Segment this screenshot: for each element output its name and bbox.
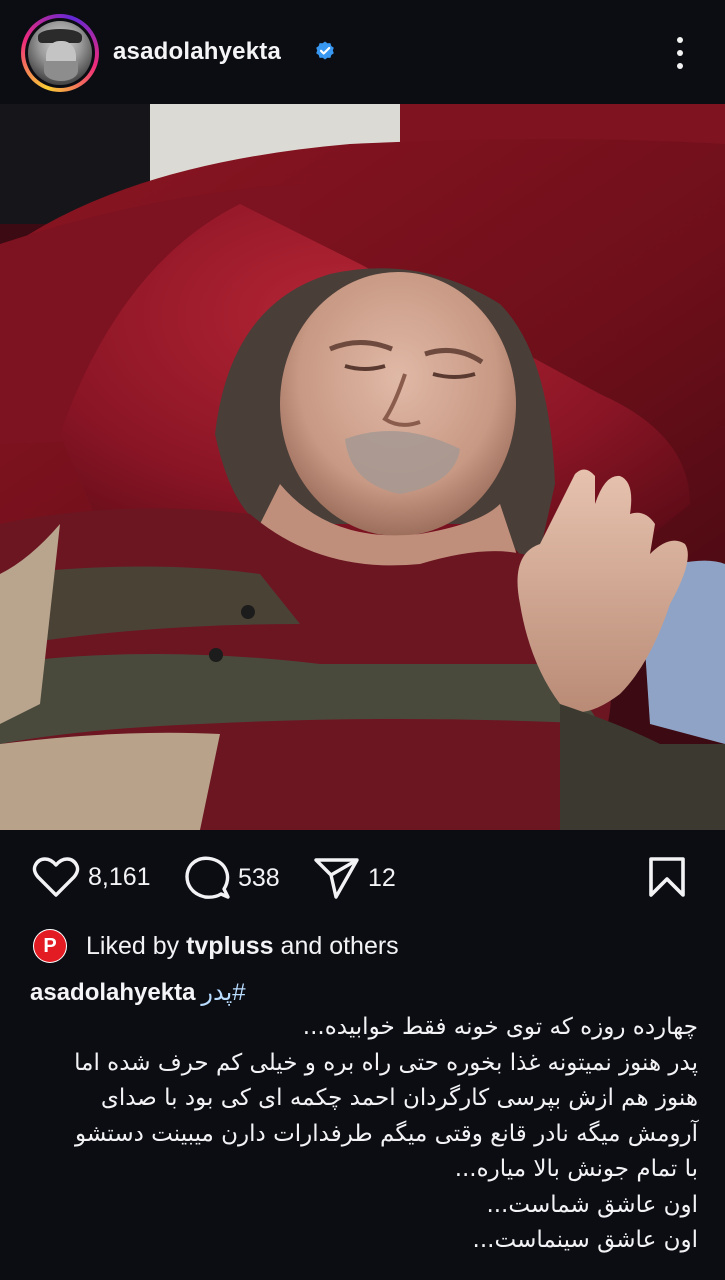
bookmark-icon — [649, 857, 685, 897]
comment-button[interactable]: 538 — [184, 856, 280, 900]
liked-by-row[interactable]: P Liked by tvpluss and others — [31, 926, 399, 966]
caption-line: چهارده روزه که توی خونه فقط خوابیده... — [302, 1014, 698, 1040]
verified-badge-icon — [316, 41, 334, 60]
caption-header: asadolahyekta #پدر — [30, 978, 246, 1007]
photo-illustration — [0, 104, 725, 830]
likes-count: 8,161 — [88, 862, 151, 891]
instagram-post: asadolahyekta 8,161 538 12 P Liked by tv… — [0, 0, 725, 1280]
more-options-button[interactable] — [666, 33, 694, 73]
save-button[interactable] — [648, 856, 686, 898]
caption-line: اون عاشق سینماست... — [472, 1227, 698, 1253]
comment-icon — [185, 856, 230, 899]
post-photo[interactable] — [0, 104, 725, 830]
username[interactable]: asadolahyekta — [113, 38, 281, 66]
caption-line: هنوز هم ازش بپرسی کارگردان احمد چکمه ای … — [100, 1085, 698, 1111]
post-actions: 8,161 538 12 — [0, 840, 725, 912]
heart-icon — [32, 857, 80, 897]
like-button[interactable]: 8,161 — [32, 856, 151, 898]
profile-avatar[interactable] — [21, 14, 99, 92]
post-header: asadolahyekta — [0, 0, 725, 104]
share-button[interactable]: 12 — [314, 856, 396, 900]
caption-username[interactable]: asadolahyekta — [30, 979, 195, 1007]
more-vertical-icon — [677, 37, 683, 43]
caption-line: اون عاشق شماست... — [486, 1191, 698, 1218]
liker-avatar[interactable]: P — [31, 927, 69, 965]
comments-count: 538 — [238, 863, 280, 892]
caption-line: پدر هنوز نمیتونه غذا بخوره حتی راه بره و… — [74, 1049, 698, 1076]
caption-line: آرومش میگه نادر قانع وقتی میگم طرفدارات … — [75, 1120, 698, 1147]
caption-text: چهارده روزه که توی خونه فقط خوابیده... پ… — [20, 1010, 698, 1259]
caption-hashtag[interactable]: #پدر — [201, 978, 245, 1007]
shares-count: 12 — [368, 863, 396, 892]
liker-username[interactable]: tvpluss — [186, 932, 274, 960]
send-icon — [314, 858, 359, 899]
avatar-image — [28, 21, 92, 85]
caption-line: با تمام جونش بالا میاره... — [454, 1156, 698, 1182]
liked-by-text: Liked by tvpluss and others — [86, 931, 399, 960]
